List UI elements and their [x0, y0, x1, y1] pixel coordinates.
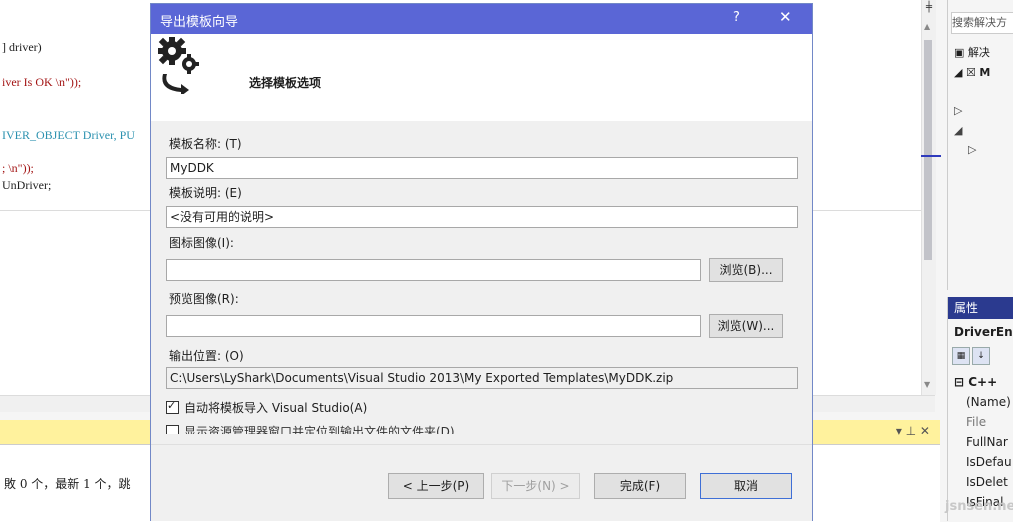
- preview-image-label: 预览图像(R):: [169, 290, 239, 307]
- auto-import-checkbox[interactable]: ✓ 自动将模板导入 Visual Studio(A): [166, 399, 367, 416]
- project-item-label: M: [979, 66, 990, 79]
- close-button[interactable]: ✕: [779, 8, 792, 26]
- solution-item[interactable]: ▣ 解决: [954, 44, 990, 60]
- property-row[interactable]: IsDefau: [966, 455, 1012, 469]
- dialog-titlebar: 导出模板向导 ? ✕: [151, 4, 812, 34]
- show-explorer-label: 显示资源管理器窗口并定位到输出文件的文件夹(D): [184, 425, 455, 434]
- sort-icon[interactable]: ↓: [972, 347, 990, 365]
- browse-icon-button[interactable]: 浏览(B)...: [709, 258, 783, 282]
- icon-image-field[interactable]: [166, 259, 701, 281]
- export-template-dialog: 导出模板向导 ? ✕ 选择模板选项 模板名: [150, 3, 813, 521]
- solution-explorer: 搜索解决方 ▣ 解决 ◢ ☒ M ▷ ◢ ▷: [947, 0, 1013, 290]
- checkbox-box[interactable]: ✓: [166, 401, 179, 414]
- properties-toolbar: ▦↓: [952, 347, 1012, 365]
- gear-export-icon: [155, 34, 207, 94]
- scroll-up-icon[interactable]: ▲: [924, 22, 930, 31]
- checkbox-box[interactable]: [166, 425, 179, 434]
- tree-expander[interactable]: ▷: [954, 104, 962, 117]
- watermark: jsnsen.net: [945, 499, 1013, 514]
- split-icon[interactable]: ╪: [924, 2, 934, 14]
- code-line: iver Is OK \n"));: [2, 75, 81, 90]
- property-category[interactable]: ⊟ C++: [954, 375, 997, 389]
- help-button[interactable]: ?: [733, 10, 740, 25]
- scroll-down-icon[interactable]: ▼: [924, 380, 930, 389]
- property-row[interactable]: IsDelet: [966, 475, 1008, 489]
- property-row[interactable]: (Name): [966, 395, 1011, 409]
- dialog-heading: 选择模板选项: [249, 74, 321, 91]
- output-text: 敗 0 个，最新 1 个，跳: [4, 475, 131, 492]
- template-desc-field[interactable]: <没有可用的说明>: [166, 206, 798, 228]
- icon-image-label: 图标图像(I):: [169, 234, 234, 251]
- tree-expander[interactable]: ▷: [968, 143, 976, 156]
- output-location-label: 输出位置: (O): [169, 347, 244, 364]
- panel-controls[interactable]: ▾ ⊥ ✕: [896, 424, 930, 438]
- property-row[interactable]: FullNar: [966, 435, 1008, 449]
- scroll-thumb[interactable]: [924, 40, 932, 260]
- scroll-marker: [921, 155, 941, 157]
- show-explorer-checkbox[interactable]: 显示资源管理器窗口并定位到输出文件的文件夹(D): [166, 423, 455, 434]
- cancel-button[interactable]: 取消: [700, 473, 792, 499]
- browse-preview-button[interactable]: 浏览(W)...: [709, 314, 783, 338]
- code-line: UnDriver;: [2, 178, 51, 193]
- solution-search-input[interactable]: 搜索解决方: [951, 12, 1013, 34]
- project-item[interactable]: ◢ ☒ M: [954, 66, 990, 79]
- dialog-header: 选择模板选项: [151, 34, 812, 121]
- property-row[interactable]: File: [966, 415, 986, 429]
- tree-expander[interactable]: ◢: [954, 124, 962, 137]
- code-line: IVER_OBJECT Driver, PU: [2, 128, 135, 143]
- next-button[interactable]: 下一步(N) >: [491, 473, 580, 499]
- solution-item-label: 解决: [968, 46, 990, 59]
- prev-button[interactable]: < 上一步(P): [388, 473, 484, 499]
- template-name-field[interactable]: MyDDK: [166, 157, 798, 179]
- solution-icon: ▣: [954, 46, 968, 59]
- dialog-footer: < 上一步(P) 下一步(N) > 完成(F) 取消: [151, 444, 812, 521]
- code-line: ] driver): [2, 40, 42, 55]
- collapse-icon: ⊟: [954, 375, 968, 389]
- properties-panel: 属性 DriverEn ▦↓ ⊟ C++ (Name) File FullNar…: [947, 297, 1013, 521]
- code-line: ; \n"));: [2, 161, 34, 176]
- finish-button[interactable]: 完成(F): [594, 473, 686, 499]
- categorized-icon[interactable]: ▦: [952, 347, 970, 365]
- properties-object[interactable]: DriverEn: [954, 325, 1013, 339]
- properties-title: 属性: [948, 297, 1013, 319]
- dialog-title: 导出模板向导: [160, 11, 238, 30]
- template-name-label: 模板名称: (T): [169, 135, 242, 152]
- template-desc-label: 模板说明: (E): [169, 184, 242, 201]
- check-icon: ✓: [167, 399, 176, 413]
- output-location-field[interactable]: C:\Users\LyShark\Documents\Visual Studio…: [166, 367, 798, 389]
- preview-image-field[interactable]: [166, 315, 701, 337]
- expand-icon: ◢ ☒: [954, 66, 979, 79]
- auto-import-label: 自动将模板导入 Visual Studio(A): [184, 401, 367, 415]
